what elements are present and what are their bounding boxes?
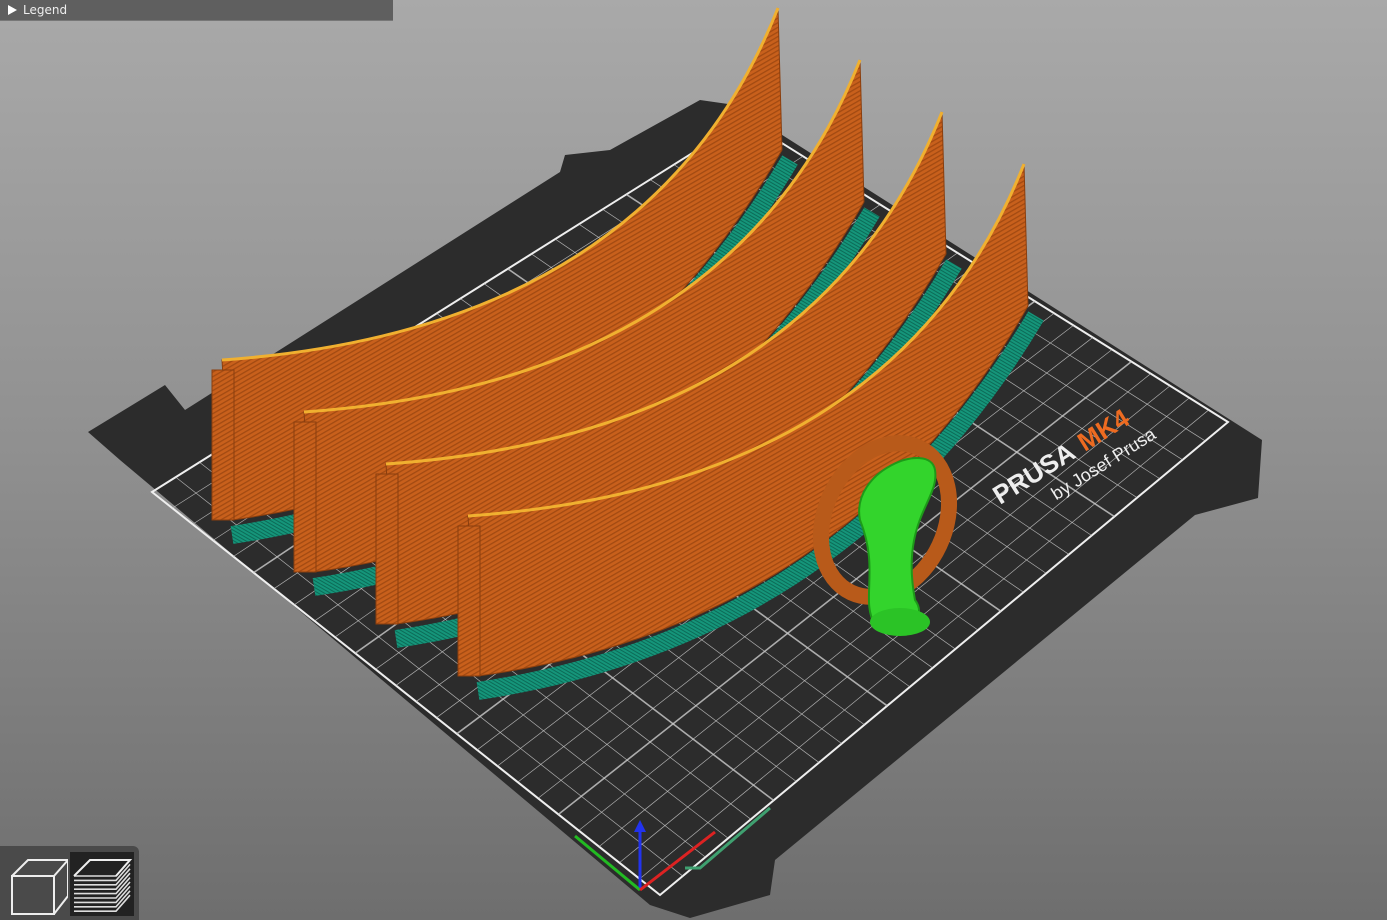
view-toolbar bbox=[0, 846, 139, 920]
layers-icon bbox=[73, 859, 133, 913]
cube-icon bbox=[11, 859, 71, 915]
preview-button[interactable] bbox=[70, 852, 134, 916]
3d-view-button[interactable] bbox=[4, 852, 71, 916]
legend-toggle[interactable]: Legend bbox=[0, 0, 393, 21]
triangle-right-icon bbox=[8, 5, 17, 15]
legend-label: Legend bbox=[23, 3, 68, 17]
3d-viewport[interactable]: PRUSA MK4 by Josef Prusa bbox=[0, 0, 1387, 920]
